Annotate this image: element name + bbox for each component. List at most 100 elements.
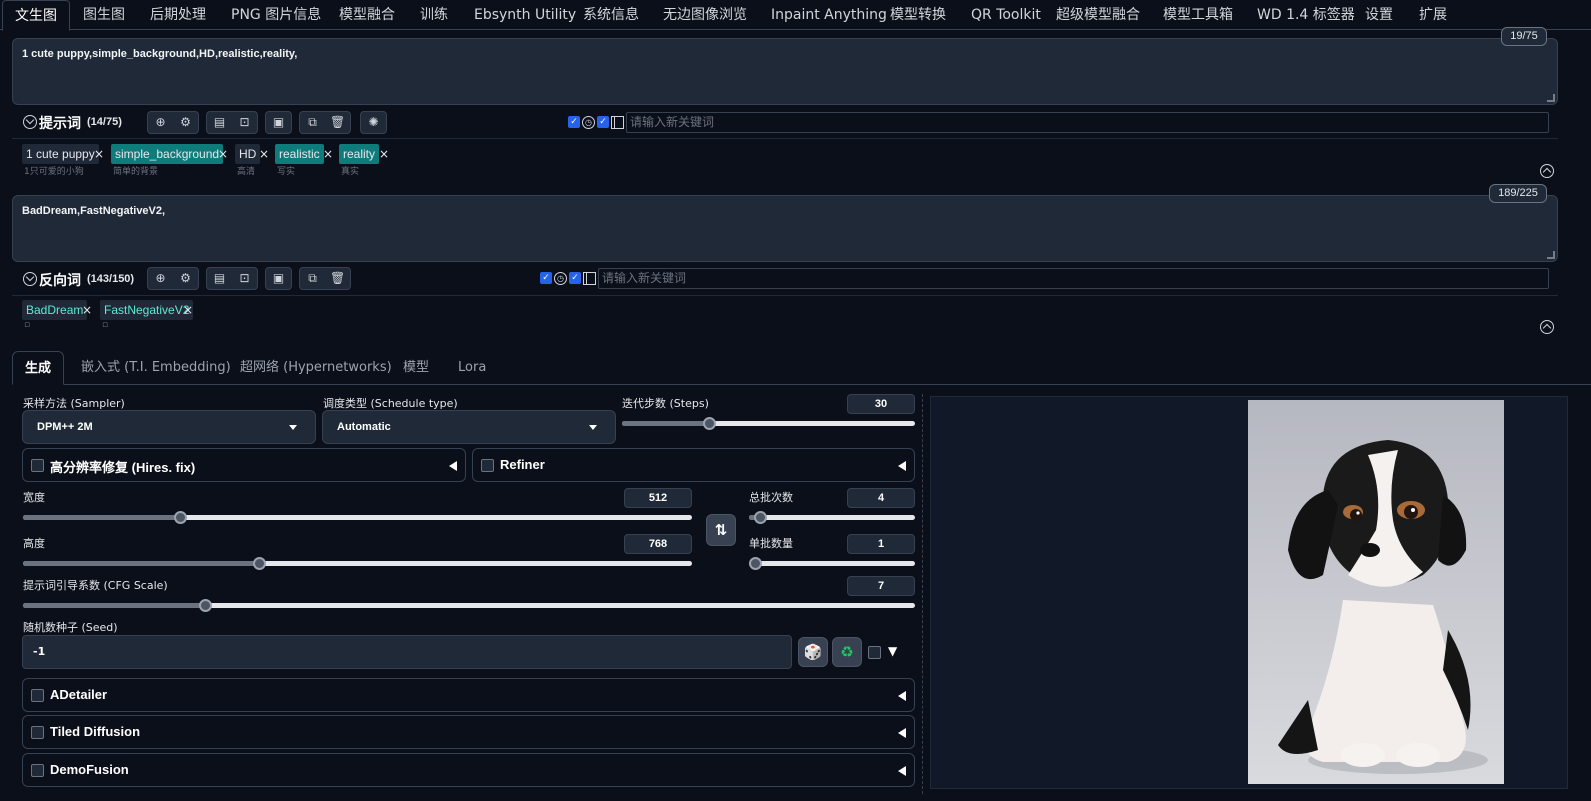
dice-icon[interactable]: 🎲 <box>798 637 828 667</box>
trash-icon[interactable]: 🗑 <box>330 271 345 286</box>
width-input[interactable]: 512 <box>624 488 692 508</box>
slider-thumb[interactable] <box>253 557 266 570</box>
expand-left-icon[interactable] <box>449 461 457 471</box>
height-input[interactable]: 768 <box>624 534 692 554</box>
tab-hypernetworks[interactable]: 超网络 (Hypernetworks) <box>240 351 392 385</box>
refiner-accordion[interactable]: Refiner <box>472 448 915 482</box>
slider-thumb[interactable] <box>199 599 212 612</box>
tab-embedding[interactable]: 嵌入式 (T.I. Embedding) <box>81 351 231 385</box>
history-icon[interactable]: ▤ <box>212 271 227 286</box>
collapse-up-icon[interactable] <box>1540 320 1554 334</box>
seed-input[interactable]: -1 <box>22 635 792 669</box>
refiner-checkbox[interactable] <box>481 459 494 472</box>
bookmark-icon[interactable]: ⊡ <box>237 115 252 130</box>
batch-count-slider[interactable] <box>749 511 915 524</box>
adetailer-accordion[interactable]: ADetailer <box>22 678 915 712</box>
close-icon[interactable]: × <box>82 300 92 320</box>
generated-image[interactable] <box>1248 400 1504 784</box>
tab-train[interactable]: 训练 <box>420 0 448 30</box>
close-icon[interactable]: × <box>94 144 104 164</box>
clock-icon[interactable]: ◷ <box>582 116 595 129</box>
negative-keyword-input[interactable]: 请输入新关键词 <box>598 268 1549 289</box>
gear-icon[interactable]: ⚙ <box>178 271 193 286</box>
checkbox-checked-icon[interactable]: ✓ <box>568 116 580 128</box>
expand-left-icon[interactable] <box>898 691 906 701</box>
tab-qr-toolkit[interactable]: QR Toolkit <box>971 0 1041 30</box>
expand-left-icon[interactable] <box>898 461 906 471</box>
tag-chip[interactable]: HD <box>235 144 261 164</box>
height-slider[interactable] <box>23 557 692 570</box>
tab-png-info[interactable]: PNG 图片信息 <box>231 0 321 30</box>
adetailer-checkbox[interactable] <box>31 689 44 702</box>
tab-txt2img[interactable]: 文生图 <box>2 0 70 31</box>
copy-icon[interactable]: ⧉ <box>305 271 320 286</box>
sampler-dropdown[interactable]: DPM++ 2M <box>22 410 316 444</box>
close-icon[interactable]: × <box>259 144 269 164</box>
slider-thumb[interactable] <box>174 511 187 524</box>
tab-extensions[interactable]: 扩展 <box>1419 0 1447 30</box>
globe-icon[interactable]: ⊕ <box>153 271 168 286</box>
collapse-up-icon[interactable] <box>1540 164 1554 178</box>
batch-size-input[interactable]: 1 <box>847 534 915 554</box>
demofusion-checkbox[interactable] <box>31 764 44 777</box>
tab-model-toolkit[interactable]: 模型工具箱 <box>1163 0 1233 30</box>
close-icon[interactable]: × <box>323 144 333 164</box>
tag-chip[interactable]: BadDream <box>22 300 88 320</box>
schedule-dropdown[interactable]: Automatic <box>322 410 616 444</box>
checkbox-checked-icon[interactable]: ✓ <box>569 272 581 284</box>
extra-seed-checkbox[interactable] <box>868 646 881 659</box>
recycle-icon[interactable]: ♻ <box>832 637 862 667</box>
resize-grip-icon[interactable] <box>1547 251 1555 259</box>
tab-model-convert[interactable]: 模型转换 <box>890 0 946 30</box>
batch-count-input[interactable]: 4 <box>847 488 915 508</box>
positive-keyword-input[interactable]: 请输入新关键词 <box>626 112 1549 133</box>
steps-input[interactable]: 30 <box>847 394 915 414</box>
resize-grip-icon[interactable] <box>1547 94 1555 102</box>
tab-checkpoint-merger[interactable]: 模型融合 <box>339 0 395 30</box>
gear-icon[interactable]: ⚙ <box>178 115 193 130</box>
format-icon[interactable]: ▣ <box>271 271 286 286</box>
checkbox-checked-icon[interactable]: ✓ <box>540 272 552 284</box>
bookmark-icon[interactable]: ⊡ <box>237 271 252 286</box>
positive-prompt-textarea[interactable]: 1 cute puppy,simple_background,HD,realis… <box>12 38 1558 105</box>
tab-image-browser[interactable]: 无边图像浏览 <box>663 0 747 30</box>
checkbox-checked-icon[interactable]: ✓ <box>597 116 609 128</box>
slider-thumb[interactable] <box>703 417 716 430</box>
tab-extras[interactable]: 后期处理 <box>150 0 206 30</box>
width-slider[interactable] <box>23 511 692 524</box>
history-icon[interactable]: ▤ <box>212 115 227 130</box>
tab-inpaint-anything[interactable]: Inpaint Anything <box>771 0 887 30</box>
format-icon[interactable]: ▣ <box>271 115 286 130</box>
close-icon[interactable]: × <box>218 144 228 164</box>
tag-chip[interactable]: 1 cute puppy <box>22 144 99 164</box>
collapse-icon[interactable] <box>23 272 37 286</box>
collapse-icon[interactable] <box>23 115 37 129</box>
steps-slider[interactable] <box>622 417 915 430</box>
batch-size-slider[interactable] <box>749 557 915 570</box>
trash-icon[interactable]: 🗑 <box>330 115 345 130</box>
hires-fix-accordion[interactable]: 高分辨率修复 (Hires. fix) <box>22 448 466 482</box>
tiled-diffusion-accordion[interactable]: Tiled Diffusion <box>22 715 915 749</box>
cfg-slider[interactable] <box>23 599 915 612</box>
panel-icon[interactable] <box>611 116 624 129</box>
tag-chip[interactable]: simple_background <box>111 144 224 164</box>
close-icon[interactable]: × <box>379 144 389 164</box>
tab-settings[interactable]: 设置 <box>1365 0 1393 30</box>
copy-icon[interactable]: ⧉ <box>305 115 320 130</box>
tab-checkpoints[interactable]: 模型 <box>403 351 429 385</box>
slider-thumb[interactable] <box>754 511 767 524</box>
expand-left-icon[interactable] <box>898 728 906 738</box>
panel-icon[interactable] <box>583 272 596 285</box>
tab-img2img[interactable]: 图生图 <box>83 0 125 30</box>
tag-chip[interactable]: realistic <box>275 144 324 164</box>
openai-icon[interactable]: ✺ <box>366 115 381 130</box>
hires-fix-checkbox[interactable] <box>31 459 44 472</box>
tag-chip[interactable]: reality <box>339 144 380 164</box>
tab-system-info[interactable]: 系统信息 <box>583 0 639 30</box>
negative-prompt-textarea[interactable]: BadDream,FastNegativeV2, <box>12 195 1558 262</box>
tab-wd-tagger[interactable]: WD 1.4 标签器 <box>1257 0 1355 30</box>
swap-dimensions-button[interactable]: ⇅ <box>706 514 736 546</box>
clock-icon[interactable]: ◷ <box>554 272 567 285</box>
triangle-down-icon[interactable]: ▼ <box>888 644 897 658</box>
tab-super-merger[interactable]: 超级模型融合 <box>1056 0 1140 30</box>
